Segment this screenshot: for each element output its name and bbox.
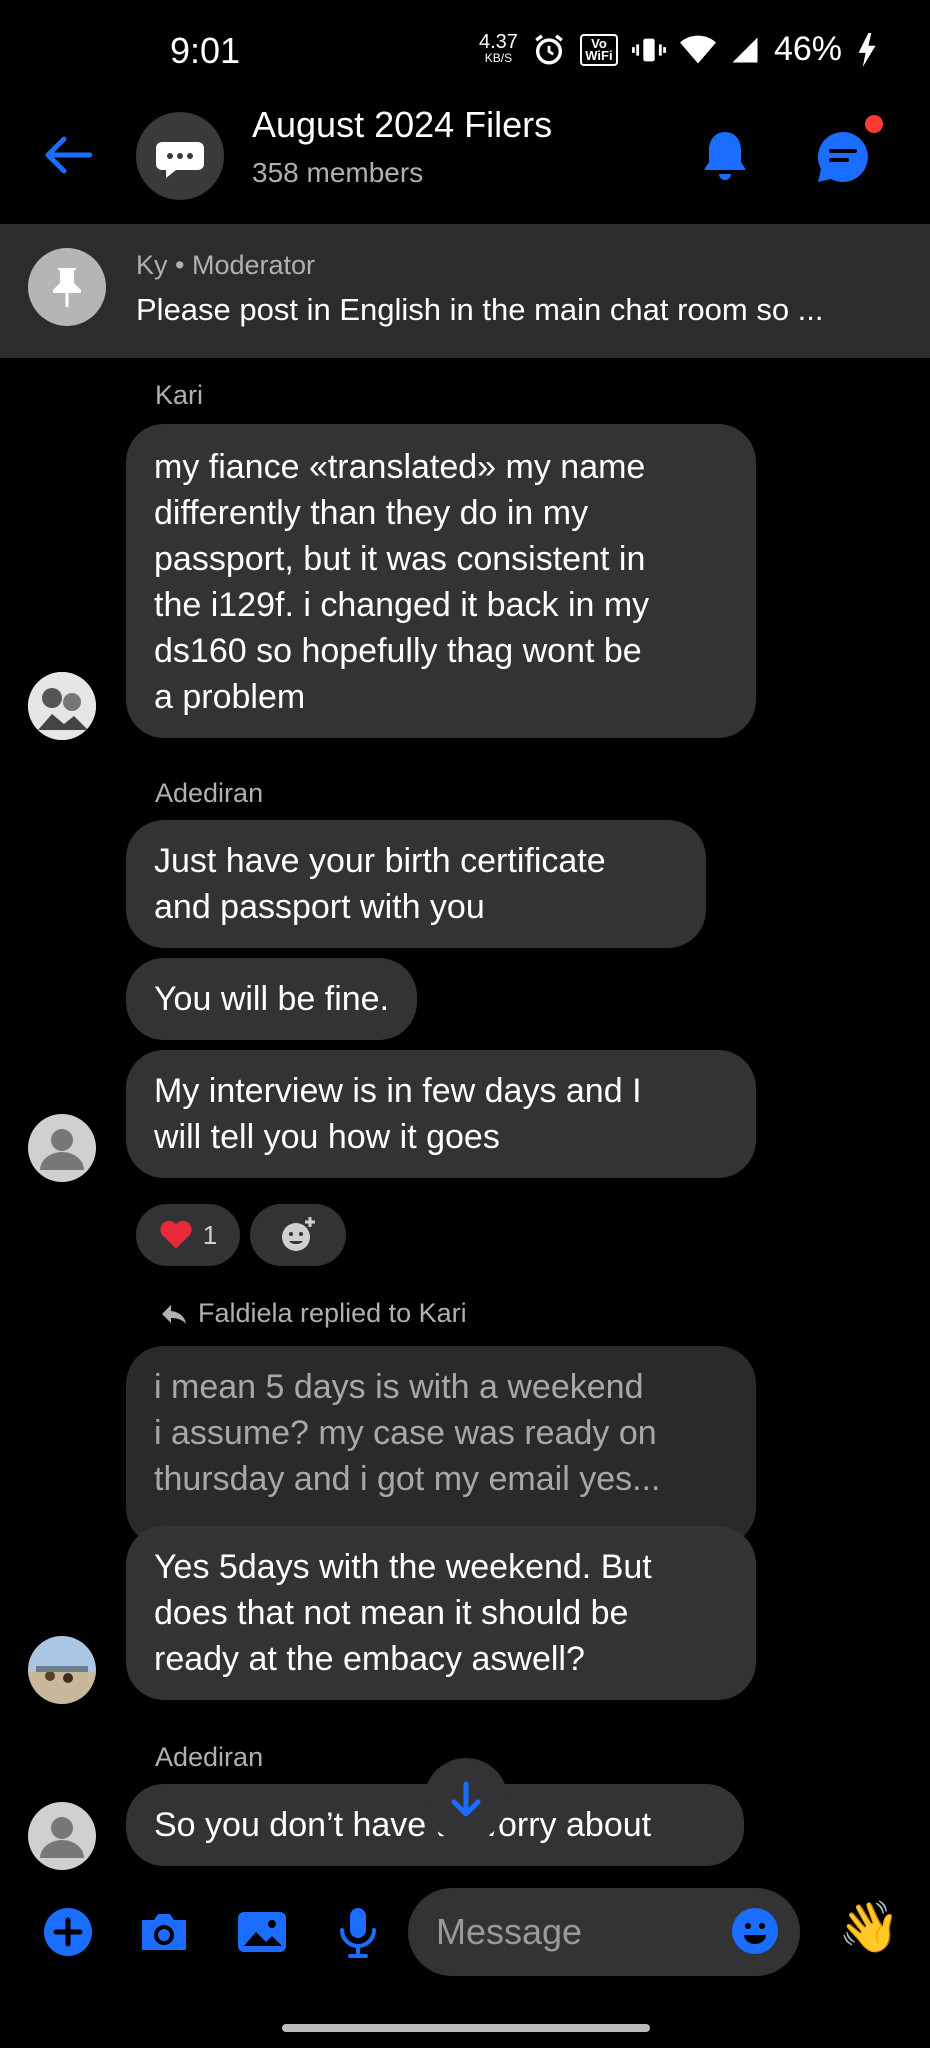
message-line: will tell you how it goes [154,1118,500,1156]
chat-bubble-icon [156,142,204,178]
message-line: ready at the embacy aswell? [154,1640,585,1678]
message-line: differently than they do in my [154,494,589,532]
message-bubble[interactable]: My interview is in few days and I will t… [126,1050,756,1178]
group-avatar[interactable] [136,112,224,200]
avatar-faldiela[interactable] [28,1636,96,1704]
mic-icon[interactable] [330,1904,386,1960]
charging-icon [858,32,876,67]
wave-icon[interactable]: 👋 [838,1898,900,1957]
message-bubble[interactable]: my fiance «translated» my name different… [126,424,756,738]
sender-name: Kari [155,380,204,410]
pinned-role: Moderator [191,250,316,280]
wifi-icon [679,35,716,63]
message-line: Yes 5days with the weekend. But [154,1548,652,1586]
network-speed: 4.37 KB/S [479,32,518,66]
status-icons: 4.37 KB/S Vo WiFi 46% [479,30,878,69]
network-speed-unit: KB/S [484,50,513,65]
message-line: and passport with you [154,888,485,926]
message-line: i mean 5 days is with a weekend [154,1368,644,1406]
person-icon [40,1129,84,1170]
reaction-heart[interactable]: 1 [136,1204,240,1266]
message-line: i assume? my case was ready on [154,1414,657,1452]
reply-icon [162,1304,186,1324]
message-line: Just have your birth certificate [154,842,606,880]
member-count[interactable]: 358 members [252,157,423,189]
group-title[interactable]: August 2024 Filers [252,104,552,146]
message-line: You will be fine. [154,980,390,1018]
pinned-meta: Ky • Moderator [136,250,315,281]
message-bubble[interactable]: You will be fine. [126,958,418,1040]
scroll-to-bottom-button[interactable] [424,1758,508,1842]
message-line: thursday and i got my email yes... [154,1460,661,1498]
message-line: ds160 so hopefully thag wont be [154,632,642,670]
reaction-count: 1 [202,1219,218,1250]
person-icon [40,1817,84,1858]
avatar-adediran[interactable] [28,1114,96,1182]
vowifi-icon: Vo WiFi [579,33,618,66]
thread-icon[interactable] [812,126,874,188]
battery-level: 46% [773,30,842,68]
arrow-down-icon [451,1781,481,1817]
gallery-icon[interactable] [234,1904,290,1960]
message-line: passport, but it was consistent in [154,540,646,578]
plus-icon[interactable] [40,1904,96,1960]
alarm-icon [535,33,563,64]
add-reaction-button[interactable] [250,1204,346,1266]
bell-icon[interactable] [700,128,750,184]
avatar-adediran[interactable] [28,1802,96,1870]
add-reaction-icon [282,1217,315,1251]
reply-note-text: Faldiela replied to Kari [198,1298,467,1328]
message-line: My interview is in few days and I [154,1072,642,1110]
message-line: a problem [154,678,306,716]
pinned-text: Please post in English in the main chat … [136,292,824,327]
avatar-kari[interactable] [28,672,96,740]
pin-badge [28,248,106,326]
heart-icon [160,1220,192,1249]
status-time: 9:01 [170,30,241,71]
signal-icon [732,37,758,62]
message-line: does that not mean it should be [154,1594,629,1632]
emoji-icon[interactable] [730,1906,780,1956]
pinned-separator: • [167,250,192,280]
sender-name: Adediran [155,778,264,808]
message-line: my fiance «translated» my name [154,448,646,486]
reply-indicator: Faldiela replied to Kari [160,1298,467,1329]
sender-name: Adediran [155,1742,264,1772]
pin-icon [53,268,81,307]
home-indicator[interactable] [282,2024,650,2032]
notification-dot [862,112,886,136]
vibrate-icon [631,38,666,61]
message-line: the i129f. i changed it back in my [154,586,650,624]
pinned-message-bar[interactable] [0,224,930,358]
message-input[interactable] [436,1906,716,1958]
message-field[interactable] [408,1888,800,1976]
message-bubble[interactable]: Just have your birth certificate and pas… [126,820,706,948]
avatar-photo-icon [28,672,96,740]
back-arrow-icon[interactable] [42,135,92,175]
camera-icon[interactable] [136,1904,192,1960]
quoted-message[interactable]: i mean 5 days is with a weekend i assume… [126,1346,756,1546]
avatar-photo-icon [28,1636,96,1704]
message-bubble[interactable]: Yes 5days with the weekend. But does tha… [126,1526,756,1700]
pinned-author: Ky [136,250,168,280]
